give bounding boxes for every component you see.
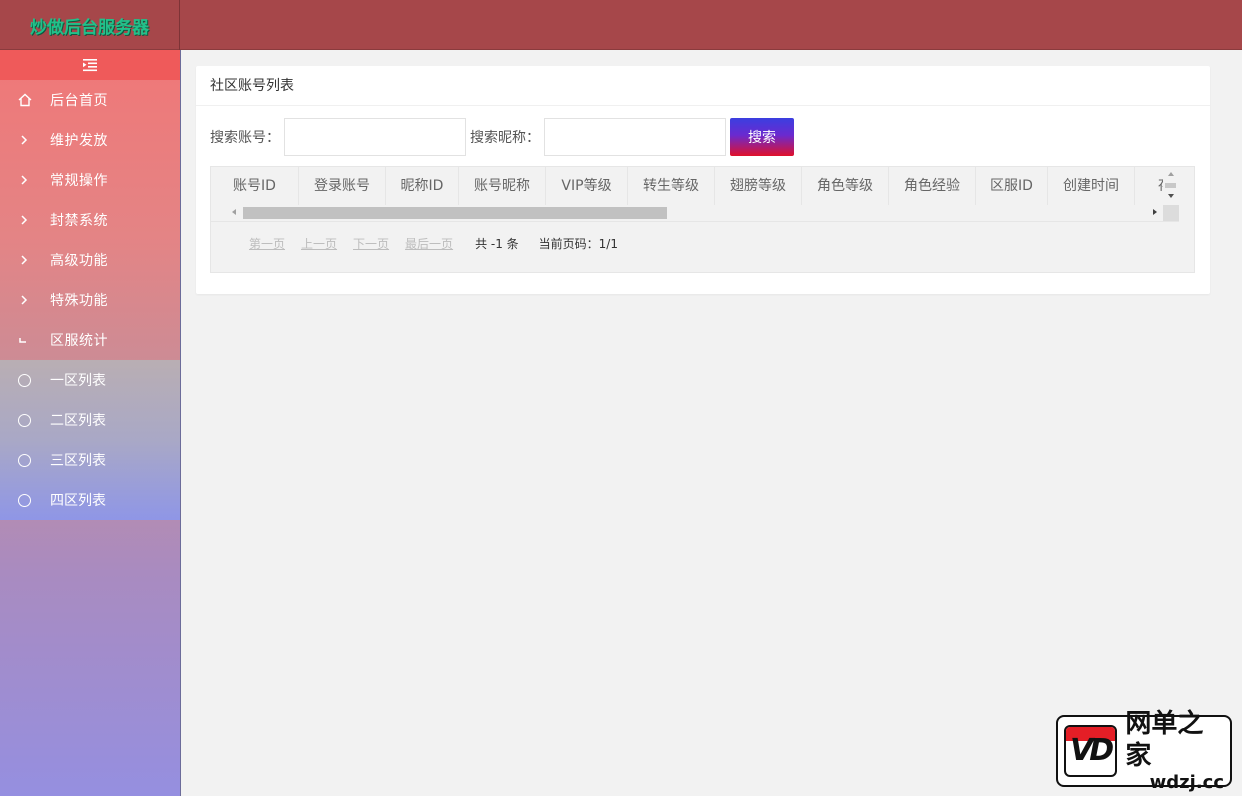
- sidebar-subitem-label: 四区列表: [50, 493, 106, 509]
- account-search-label: 搜索账号：: [210, 130, 280, 146]
- sidebar-subitem-label: 一区列表: [50, 373, 106, 389]
- app-logo-text: 炒做后台服务器: [30, 17, 149, 38]
- table-divider: [211, 221, 1179, 222]
- total-count: 共 -1 条: [475, 236, 519, 251]
- sidebar-item-maintenance[interactable]: 维护发放: [0, 120, 180, 160]
- sidebar-item-label: 区服统计: [50, 333, 108, 349]
- scrollbar-corner: [1163, 205, 1179, 221]
- logo-area: 炒做后台服务器: [0, 0, 180, 50]
- circle-icon: [18, 373, 31, 387]
- account-table: 账号ID 登录账号 昵称ID 账号昵称 VIP等级 转生等级 翅膀等级 角色等级…: [210, 166, 1195, 273]
- nickname-search-input[interactable]: [544, 118, 726, 156]
- sidebar-subitem-label: 二区列表: [50, 413, 106, 429]
- badge-site-url: wdzj.cc: [1149, 772, 1224, 793]
- badge-site-name: 网单之家: [1125, 709, 1204, 771]
- top-header: 炒做后台服务器: [0, 0, 1242, 50]
- sidebar-item-server-stats[interactable]: 区服统计: [0, 320, 180, 360]
- sidebar-item-ban-system[interactable]: 封禁系统: [0, 200, 180, 240]
- column-header: 翅膀等级: [715, 167, 802, 205]
- scroll-left-icon[interactable]: [232, 209, 236, 215]
- sidebar-item-label: 封禁系统: [50, 213, 108, 229]
- sidebar-item-label: 特殊功能: [50, 293, 108, 309]
- sidebar-subitem-zone-1[interactable]: 一区列表: [0, 360, 180, 400]
- watermark-badge: VD 网单之家 wdzj.cc: [1056, 709, 1232, 793]
- column-header: 账号ID: [211, 167, 299, 205]
- next-page-link[interactable]: 下一页: [353, 235, 389, 252]
- table-header: 账号ID 登录账号 昵称ID 账号昵称 VIP等级 转生等级 翅膀等级 角色等级…: [211, 167, 1163, 205]
- chevron-right-icon: [21, 135, 28, 145]
- sidebar-item-home[interactable]: 后台首页: [0, 80, 180, 120]
- chevron-right-icon: [21, 255, 28, 265]
- chevron-down-icon: [19, 338, 26, 343]
- column-header: 创建时间: [1048, 167, 1135, 205]
- sidebar-item-label: 后台首页: [50, 93, 108, 109]
- column-header: VIP等级: [546, 167, 628, 205]
- sidebar-subitem-zone-3[interactable]: 三区列表: [0, 440, 180, 480]
- nickname-search-label: 搜索昵称：: [470, 130, 540, 146]
- horizontal-scrollbar[interactable]: [229, 205, 1163, 221]
- sidebar-subitem-label: 三区列表: [50, 453, 106, 469]
- column-header: 角色等级: [802, 167, 889, 205]
- column-header: 区服ID: [976, 167, 1048, 205]
- sidebar-item-label: 高级功能: [50, 253, 108, 269]
- first-page-link[interactable]: 第一页: [249, 235, 285, 252]
- scroll-right-icon[interactable]: [1153, 209, 1157, 215]
- scroll-thumb[interactable]: [1165, 183, 1176, 188]
- current-page: 当前页码：1/1: [538, 236, 618, 251]
- vertical-scrollbar[interactable]: [1163, 167, 1179, 205]
- column-header: 账号昵称: [459, 167, 546, 205]
- search-button[interactable]: 搜索: [730, 118, 794, 156]
- sidebar-item-regular-ops[interactable]: 常规操作: [0, 160, 180, 200]
- sidebar-item-special[interactable]: 特殊功能: [0, 280, 180, 320]
- circle-icon: [18, 413, 31, 427]
- last-page-link[interactable]: 最后一页: [405, 235, 453, 252]
- main-panel: 社区账号列表 搜索账号： 搜索昵称： 搜索 账号ID 登录账号 昵称ID 账号昵…: [181, 50, 1242, 796]
- column-header: 登录账号: [299, 167, 386, 205]
- home-icon: [18, 93, 32, 107]
- pagination: 第一页 上一页 下一页 最后一页 共 -1 条 当前页码：1/1: [249, 235, 632, 251]
- chevron-right-icon: [21, 175, 28, 185]
- sidebar: 后台首页 维护发放 常规操作 封禁系统 高级功能 特殊功能 区服统计 一区列表 …: [0, 50, 181, 796]
- prev-page-link[interactable]: 上一页: [301, 235, 337, 252]
- account-list-card: 社区账号列表 搜索账号： 搜索昵称： 搜索 账号ID 登录账号 昵称ID 账号昵…: [196, 66, 1210, 294]
- scroll-thumb[interactable]: [243, 207, 667, 219]
- column-header: 转生等级: [628, 167, 715, 205]
- circle-icon: [18, 493, 31, 507]
- search-row: 搜索账号： 搜索昵称： 搜索: [210, 118, 794, 156]
- column-header: 昵称ID: [386, 167, 459, 205]
- server-stats-submenu: 一区列表 二区列表 三区列表 四区列表: [0, 360, 180, 520]
- sidebar-item-label: 维护发放: [50, 133, 108, 149]
- scroll-down-icon[interactable]: [1168, 194, 1174, 198]
- column-header: 存: [1135, 167, 1163, 205]
- sidebar-item-advanced[interactable]: 高级功能: [0, 240, 180, 280]
- sidebar-toggle-button[interactable]: [0, 50, 180, 80]
- site-logo-icon: VD: [1064, 725, 1118, 777]
- circle-icon: [18, 453, 31, 467]
- card-title: 社区账号列表: [196, 66, 1210, 106]
- scroll-up-icon[interactable]: [1168, 172, 1174, 176]
- indent-icon: [83, 59, 97, 72]
- account-search-input[interactable]: [284, 118, 466, 156]
- sidebar-subitem-zone-4[interactable]: 四区列表: [0, 480, 180, 520]
- sidebar-subitem-zone-2[interactable]: 二区列表: [0, 400, 180, 440]
- chevron-right-icon: [21, 295, 28, 305]
- column-header: 角色经验: [889, 167, 976, 205]
- sidebar-item-label: 常规操作: [50, 173, 108, 189]
- chevron-right-icon: [21, 215, 28, 225]
